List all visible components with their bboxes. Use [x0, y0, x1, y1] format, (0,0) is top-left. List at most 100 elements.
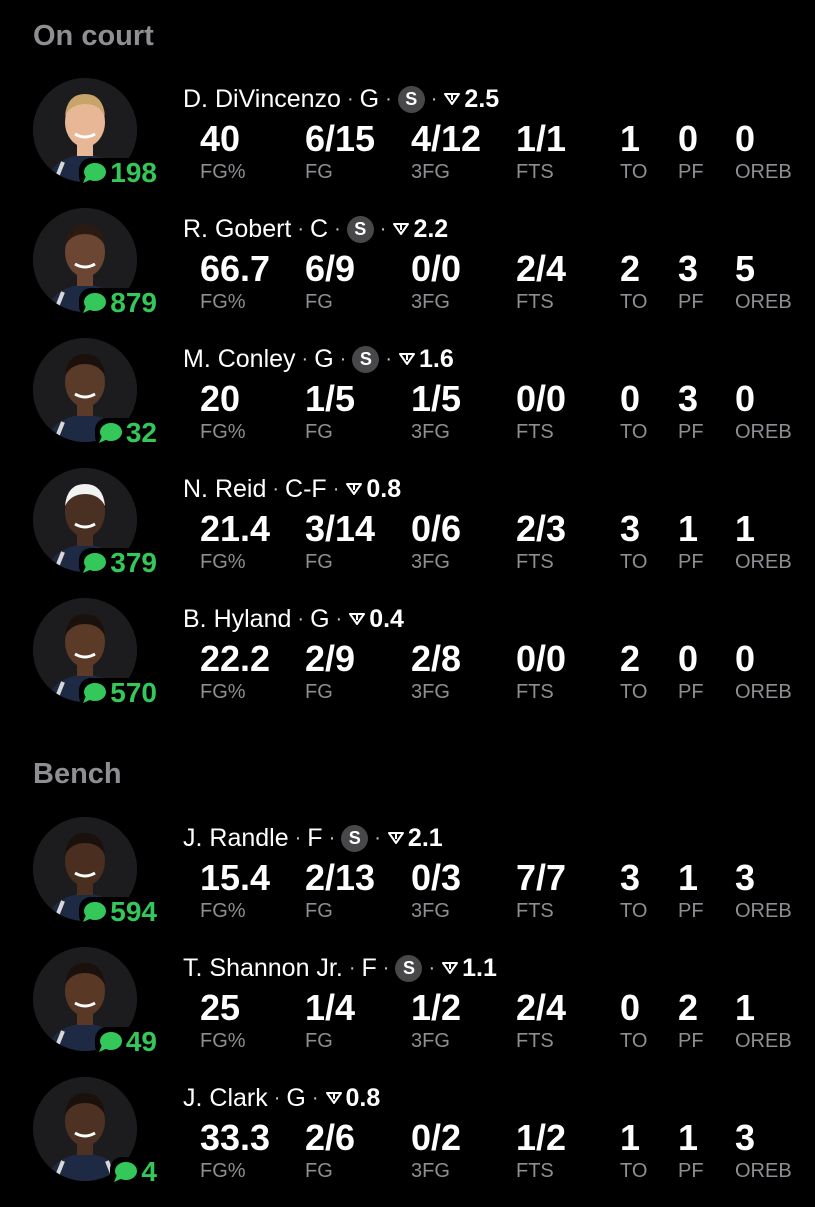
separator-dot: ·	[348, 956, 356, 979]
stat-label: TO	[620, 161, 648, 183]
stat-value: 0	[678, 638, 699, 679]
stat-oreb: 5 OREB	[735, 248, 792, 314]
stat-label: FG	[305, 900, 333, 922]
stat-label: FG%	[200, 421, 246, 443]
player-name[interactable]: R. Gobert	[183, 215, 291, 244]
stat-label: FG%	[200, 681, 246, 703]
stat-fts: 2/3 FTS	[516, 508, 566, 574]
down-triangle-icon	[393, 223, 410, 235]
player-name[interactable]: D. DiVincenzo	[183, 85, 341, 114]
player-name[interactable]: M. Conley	[183, 345, 296, 374]
down-triangle-icon	[346, 483, 363, 495]
player-avatar-wrap[interactable]: 570	[33, 598, 159, 708]
down-triangle-icon	[399, 353, 416, 365]
player-avatar-wrap[interactable]: 379	[33, 468, 159, 578]
stat-three-fg: 0/2 3FG	[411, 1117, 461, 1183]
player-row[interactable]: 570 B. Hyland · G · 0.4 22.2 FG% 2/9 FG …	[0, 598, 815, 728]
player-row[interactable]: 879 R. Gobert · C · S · 2.2 66.7 FG% 6/9…	[0, 208, 815, 338]
speech-bubble-icon	[83, 902, 107, 922]
player-row[interactable]: 49 T. Shannon Jr. · F · S · 1.1 25 FG% 1…	[0, 947, 815, 1077]
stat-value: 1	[678, 1117, 699, 1158]
player-name[interactable]: B. Hyland	[183, 605, 291, 634]
comment-badge[interactable]: 32	[94, 418, 159, 448]
player-avatar-wrap[interactable]: 879	[33, 208, 159, 318]
player-row[interactable]: 379 N. Reid · C-F · 0.8 21.4 FG% 3/14 FG…	[0, 468, 815, 598]
stat-value: 2	[620, 248, 641, 289]
stat-value: 4/12	[411, 118, 482, 159]
comment-badge[interactable]: 879	[79, 288, 159, 318]
player-name-line: M. Conley · G · S · 1.6	[183, 342, 454, 376]
player-avatar-wrap[interactable]: 32	[33, 338, 159, 448]
section-title-on-court: On court	[33, 20, 154, 52]
stat-value: 0/6	[411, 508, 462, 549]
stat-label: 3FG	[411, 900, 450, 922]
player-rating: 0.4	[369, 604, 404, 633]
stat-label: 3FG	[411, 551, 450, 573]
stat-value: 6/9	[305, 248, 356, 289]
player-rating: 1.6	[419, 344, 454, 373]
player-position: G	[314, 344, 334, 373]
stat-label: 3FG	[411, 421, 450, 443]
comment-badge[interactable]: 379	[79, 548, 159, 578]
stat-label: TO	[620, 291, 648, 313]
player-row[interactable]: 4 J. Clark · G · 0.8 33.3 FG% 2/6 FG 0/2…	[0, 1077, 815, 1207]
player-avatar-wrap[interactable]: 49	[33, 947, 159, 1057]
player-name-line: R. Gobert · C · S · 2.2	[183, 212, 448, 246]
player-name[interactable]: J. Randle	[183, 824, 289, 853]
stat-three-fg: 1/5 3FG	[411, 378, 461, 444]
player-avatar-wrap[interactable]: 594	[33, 817, 159, 927]
stat-fg-pct: 15.4 FG%	[200, 857, 270, 923]
stat-value: 2/4	[516, 248, 567, 289]
stat-oreb: 1 OREB	[735, 508, 792, 574]
separator-dot: ·	[294, 826, 302, 849]
s-badge-icon: S	[352, 345, 380, 373]
stat-fg-pct: 21.4 FG%	[200, 508, 270, 574]
separator-dot: ·	[385, 347, 393, 370]
stat-fg-pct: 40 FG%	[200, 118, 246, 184]
stat-pf: 1 PF	[678, 508, 704, 574]
player-avatar-wrap[interactable]: 4	[33, 1077, 159, 1187]
stat-value: 0	[735, 378, 756, 419]
comment-badge[interactable]: 570	[79, 678, 159, 708]
separator-dot: ·	[374, 826, 381, 849]
comment-badge[interactable]: 198	[79, 158, 159, 188]
player-position: F	[307, 823, 323, 852]
stat-value: 5	[735, 248, 756, 289]
stat-value: 2/4	[516, 987, 567, 1028]
player-row[interactable]: 32 M. Conley · G · S · 1.6 20 FG% 1/5 FG…	[0, 338, 815, 468]
stat-label: FG	[305, 291, 333, 313]
player-avatar-wrap[interactable]: 198	[33, 78, 159, 188]
stat-label: OREB	[735, 161, 792, 183]
player-row[interactable]: 594 J. Randle · F · S · 2.1 15.4 FG% 2/1…	[0, 817, 815, 947]
comment-count: 594	[110, 896, 157, 927]
stat-value: 2	[678, 987, 699, 1028]
stat-value: 7/7	[516, 857, 567, 898]
stat-value: 66.7	[200, 248, 271, 289]
stat-label: TO	[620, 1030, 648, 1052]
stat-label: PF	[678, 900, 704, 922]
stat-label: TO	[620, 681, 648, 703]
stat-three-fg: 4/12 3FG	[411, 118, 481, 184]
separator-dot: ·	[301, 347, 309, 370]
stat-value: 2/13	[305, 857, 376, 898]
comment-badge[interactable]: 49	[94, 1027, 159, 1057]
comment-badge[interactable]: 594	[79, 897, 159, 927]
stat-label: 3FG	[411, 291, 450, 313]
stat-oreb: 3 OREB	[735, 857, 792, 923]
player-name[interactable]: N. Reid	[183, 475, 266, 504]
comment-badge[interactable]: 4	[110, 1157, 159, 1187]
stat-label: OREB	[735, 291, 792, 313]
player-name[interactable]: J. Clark	[183, 1084, 268, 1113]
separator-dot: ·	[335, 607, 343, 630]
stat-label: FG	[305, 551, 333, 573]
stat-label: FG%	[200, 1030, 246, 1052]
player-name-line: B. Hyland · G · 0.4	[183, 602, 404, 636]
stat-fg: 2/6 FG	[305, 1117, 355, 1183]
player-row[interactable]: 198 D. DiVincenzo · G · S · 2.5 40 FG% 6…	[0, 78, 815, 208]
stat-value: 1	[678, 857, 699, 898]
stat-label: TO	[620, 900, 648, 922]
player-name[interactable]: T. Shannon Jr.	[183, 954, 343, 983]
stat-value: 0	[620, 378, 641, 419]
stat-label: FG%	[200, 161, 246, 183]
stat-fts: 2/4 FTS	[516, 987, 566, 1053]
